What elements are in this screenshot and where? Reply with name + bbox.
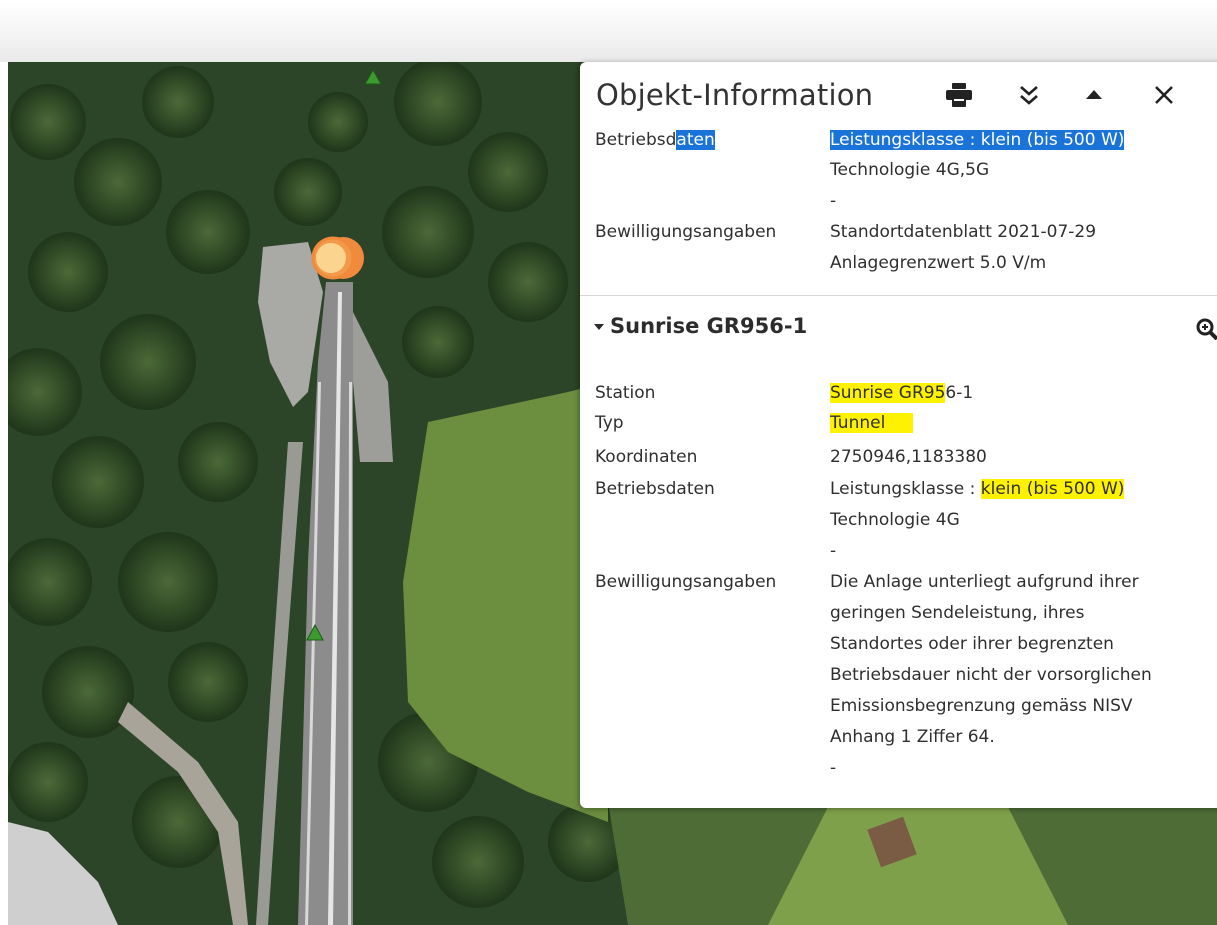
- caret-up-icon: [1086, 90, 1102, 99]
- bewilligung-line: Anhang 1 Ziffer 64.: [830, 727, 995, 747]
- collapse-caret-icon[interactable]: [594, 324, 604, 330]
- koordinaten-value: 2750946,1183380: [830, 447, 987, 467]
- selected-text: Leistungsklasse : klein (bis 500 W): [830, 130, 1125, 150]
- section-title[interactable]: Sunrise GR956-1: [610, 314, 807, 338]
- betriebsdaten-label: Betriebsdaten: [595, 479, 715, 499]
- highlighted-text: klein (bis 500 W): [980, 479, 1125, 499]
- station-marker[interactable]: [311, 236, 364, 280]
- print-button[interactable]: [942, 78, 976, 112]
- technologie-value: Technologie 4G: [830, 510, 960, 530]
- collapse-panel-button[interactable]: [1077, 78, 1111, 112]
- bewilligung-dash: -: [830, 758, 837, 778]
- label-text: Betriebsd: [595, 130, 677, 150]
- bewilligung-line: Die Anlage unterliegt aufgrund ihrer: [830, 572, 1139, 592]
- koordinaten-label: Koordinaten: [595, 447, 698, 467]
- panel-title: Objekt-Information: [596, 78, 874, 112]
- expand-all-button[interactable]: [1012, 78, 1046, 112]
- plain-text: Leistungsklasse :: [830, 479, 981, 499]
- prev-bewilligung-label: Bewilligungsangaben: [595, 222, 777, 242]
- close-icon: [1155, 86, 1173, 104]
- prev-technologie-value: Technologie 4G,5G: [830, 160, 990, 180]
- highlighted-text: Tunnel: [830, 413, 914, 433]
- station-value: Sunrise GR956-1: [830, 380, 973, 406]
- label-selected-text: aten: [676, 130, 715, 150]
- print-icon: [946, 83, 972, 107]
- prev-betriebsdaten-value: Leistungsklasse : klein (bis 500 W): [830, 127, 1125, 153]
- typ-label: Typ: [595, 413, 624, 433]
- close-button[interactable]: [1147, 78, 1181, 112]
- betriebsdaten-value: Leistungsklasse : klein (bis 500 W): [830, 476, 1125, 502]
- bewilligung-line: Emissionsbegrenzung gemäss NISV: [830, 696, 1133, 716]
- plain-text: 6-1: [945, 383, 974, 403]
- highlighted-text: Sunrise GR95: [830, 383, 946, 403]
- typ-value: Tunnel: [830, 410, 914, 436]
- top-toolbar-strip: [0, 0, 1217, 62]
- bewilligung-line: geringen Sendeleistung, ihres: [830, 603, 1085, 623]
- bewilligung-label: Bewilligungsangaben: [595, 572, 777, 592]
- section-divider: [580, 295, 1217, 296]
- double-chevron-down-icon: [1020, 86, 1038, 105]
- zoom-to-icon[interactable]: [1196, 318, 1217, 340]
- bewilligung-line: Standortes oder ihrer begrenzten: [830, 634, 1114, 654]
- panel-header: Objekt-Information: [580, 62, 1217, 128]
- prev-anlagegrenzwert-value: Anlagegrenzwert 5.0 V/m: [830, 253, 1047, 273]
- object-information-panel: Objekt-Information Betriebsdaten Leistun…: [580, 62, 1217, 808]
- bewilligung-line: Betriebsdauer nicht der vorsorglichen: [830, 665, 1152, 685]
- betriebsdaten-dash: -: [830, 541, 837, 561]
- station-label: Station: [595, 383, 656, 403]
- prev-betriebsdaten-label: Betriebsdaten: [595, 127, 715, 153]
- prev-bewilligung-value: Standortdatenblatt 2021-07-29: [830, 222, 1097, 242]
- prev-dash: -: [830, 191, 837, 211]
